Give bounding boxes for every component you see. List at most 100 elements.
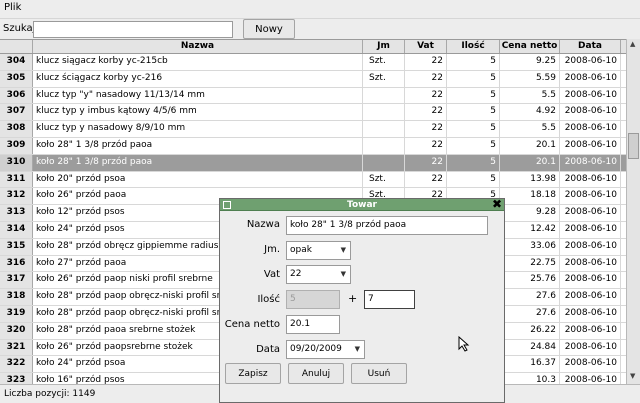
table-row[interactable]: 309 koło 28" 1 3/8 przód paoa 22 5 20.1 2008-… [0,137,626,155]
row-id: 304 [0,54,33,70]
chevron-down-icon: ▼ [340,246,346,254]
row-unit: Szt. [363,70,405,87]
date-label: Data [256,344,280,355]
row-price: 27.6 [500,289,560,305]
table-row[interactable]: 304 klucz siągacz korby yc-215cb Szt. 22 5 9.… [0,54,626,71]
row-price: 12.42 [500,221,560,238]
table-row[interactable]: 307 klucz typ y imbus kątowy 4/5/6 mm 22 5 4… [0,104,626,122]
price-field[interactable]: 20.1 [286,315,340,334]
vertical-scrollbar[interactable]: ▲ ▼ [626,39,640,384]
row-name: koło 28" 1 3/8 przód paoa [33,137,363,154]
unit-select[interactable]: opak ▼ [286,241,351,260]
new-button[interactable]: Nowy [243,19,295,39]
row-date: 2008-06-10 [560,54,621,70]
vat-label: Vat [263,269,280,280]
row-id: 310 [0,154,33,171]
table-row[interactable]: 305 klucz ściągacz korby yc-216 Szt. 22 5 5.5… [0,70,626,88]
row-price: 33.06 [500,238,560,255]
column-header-date[interactable]: Data [560,40,621,53]
dialog-title: Towar [347,200,377,210]
row-quantity: 5 [447,137,500,154]
table-row[interactable]: 306 klucz typ "y" nasadowy 11/13/14 mm 22 5… [0,87,626,105]
name-field[interactable]: koło 28" 1 3/8 przód paoa [286,216,488,235]
row-id: 313 [0,205,33,221]
row-unit: Szt. [363,54,405,70]
row-id: 321 [0,339,33,356]
column-header-jm[interactable]: Jm [363,40,405,53]
row-id: 314 [0,221,33,238]
row-id: 322 [0,356,33,373]
row-date: 2008-06-10 [560,255,621,272]
column-header-name[interactable]: Nazwa [33,40,363,53]
column-header-vat[interactable]: Vat [405,40,447,53]
row-quantity: 5 [447,154,500,171]
table-row[interactable]: 310 koło 28" 1 3/8 przód paoa 22 5 20.1 2008-… [0,154,626,172]
scroll-up-icon[interactable]: ▲ [630,40,635,48]
row-date: 2008-06-10 [560,121,621,137]
row-quantity: 5 [447,121,500,137]
row-date: 2008-06-10 [560,373,621,384]
row-id: 305 [0,70,33,87]
row-id: 316 [0,255,33,272]
row-date: 2008-06-10 [560,70,621,87]
row-date: 2008-06-10 [560,305,621,322]
search-bar: Szukaj Nowy [0,18,640,39]
search-input[interactable] [33,21,233,38]
vat-select-value: 22 [290,269,302,279]
row-unit [363,154,405,171]
column-header-price[interactable]: Cena netto [500,40,560,53]
row-vat: 22 [405,87,447,104]
row-id: 311 [0,171,33,188]
row-date: 2008-06-10 [560,221,621,238]
quantity-add-field[interactable]: 7 [364,290,415,309]
row-vat: 22 [405,54,447,70]
row-price: 20.1 [500,137,560,154]
row-date: 2008-06-10 [560,87,621,104]
scroll-down-icon[interactable]: ▼ [630,372,635,380]
row-id: 307 [0,104,33,121]
table-row[interactable]: 311 koło 20" przód psoa Szt. 22 5 13.98 2008-0… [0,171,626,189]
delete-button[interactable]: Usuń [351,363,407,384]
row-price: 20.1 [500,154,560,171]
date-picker[interactable]: 09/20/2009 ▼ [286,340,365,359]
row-price: 18.18 [500,188,560,205]
row-price: 16.37 [500,356,560,373]
row-price: 5.59 [500,70,560,87]
price-label: Cena netto [224,319,280,330]
row-date: 2008-06-10 [560,171,621,188]
dialog-title-bar[interactable]: Towar ✖ [220,198,504,211]
save-button[interactable]: Zapisz [225,363,281,384]
plus-sign: + [348,292,358,305]
column-header-quantity[interactable]: Ilość [447,40,500,53]
row-name: klucz typ y nasadowy 8/9/10 mm [33,121,363,137]
row-name: klucz siągacz korby yc-215cb [33,54,363,70]
row-quantity: 5 [447,54,500,70]
row-id: 306 [0,87,33,104]
row-id: 309 [0,137,33,154]
row-price: 4.92 [500,104,560,121]
row-unit [363,87,405,104]
row-date: 2008-06-10 [560,137,621,154]
row-price: 5.5 [500,121,560,137]
table-row[interactable]: 308 klucz typ y nasadowy 8/9/10 mm 22 5 5.5 2… [0,121,626,138]
menu-file[interactable]: Plik [4,2,21,13]
close-icon[interactable]: ✖ [492,198,502,211]
row-unit: Szt. [363,171,405,188]
column-header-id[interactable] [0,40,33,53]
cancel-button[interactable]: Anuluj [288,363,344,384]
mouse-cursor-icon [458,336,470,352]
row-unit [363,137,405,154]
scroll-thumb[interactable] [628,133,639,159]
row-vat: 22 [405,154,447,171]
chevron-down-icon: ▼ [354,345,360,353]
menubar: Plik [0,0,640,18]
row-quantity: 5 [447,104,500,121]
row-unit [363,121,405,137]
vat-select[interactable]: 22 ▼ [286,265,351,284]
row-price: 24.84 [500,339,560,356]
row-quantity: 5 [447,171,500,188]
row-price: 22.75 [500,255,560,272]
row-quantity: 5 [447,87,500,104]
row-price: 25.76 [500,272,560,289]
row-price: 27.6 [500,305,560,322]
